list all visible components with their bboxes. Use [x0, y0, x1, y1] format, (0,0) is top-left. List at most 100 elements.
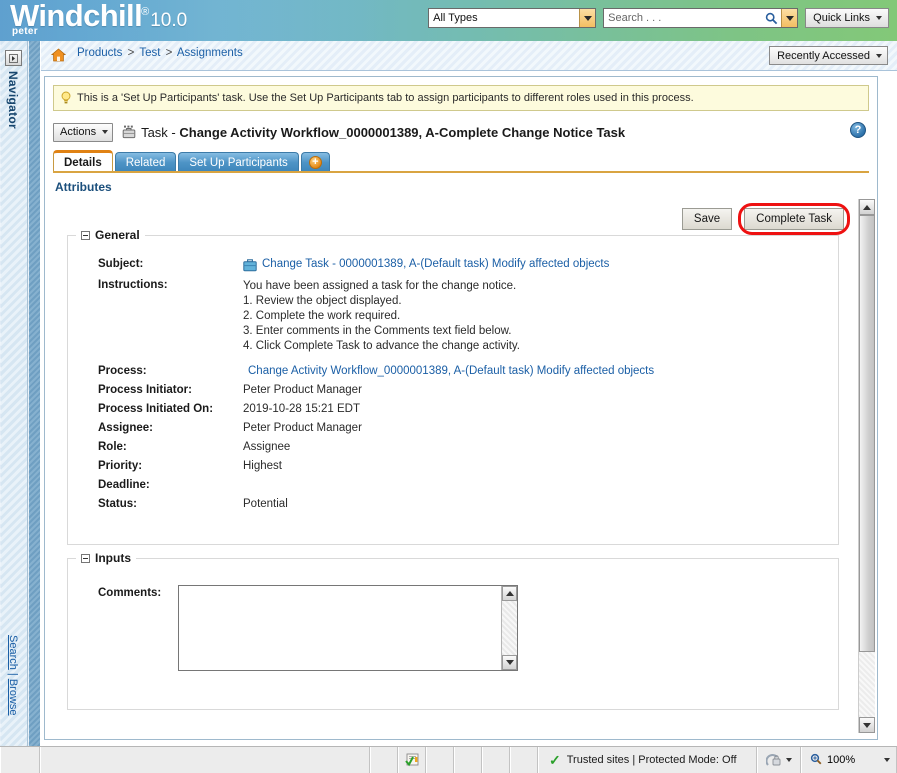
general-legend-label: General — [95, 228, 140, 242]
task-content-area: Save Complete Task General Subject: Chan… — [53, 199, 853, 733]
instruction-line: 1. Review the object displayed. — [243, 295, 402, 307]
priority-value: Highest — [243, 460, 282, 472]
comments-label: Comments: — [98, 587, 162, 599]
content-vertical-scrollbar[interactable] — [858, 199, 875, 733]
instruction-line: 2. Complete the work required. — [243, 310, 401, 322]
navigator-browse-link[interactable]: Browse — [7, 679, 19, 716]
zoom-level-label: 100% — [827, 754, 856, 766]
tab-set-up-participants-label: Set Up Participants — [189, 156, 288, 169]
breadcrumb-separator: > — [127, 47, 135, 59]
scroll-up-button[interactable] — [859, 199, 875, 215]
task-header-row: Actions Task - Change Activity Workflow_… — [53, 120, 869, 144]
info-banner-message: This is a 'Set Up Participants' task. Us… — [77, 92, 694, 104]
quick-links-button[interactable]: Quick Links — [805, 8, 889, 28]
search-options-chevron-down-icon[interactable] — [781, 9, 798, 27]
subject-value[interactable]: Change Task - 0000001389, A-(Default tas… — [262, 258, 609, 270]
task-object-name: Change Activity Workflow_0000001389, A-C… — [179, 124, 626, 140]
actions-menu-button[interactable]: Actions — [53, 122, 114, 142]
chevron-down-icon[interactable] — [579, 9, 596, 27]
security-zone-label: Trusted sites | Protected Mode: Off — [566, 754, 737, 766]
search-icon[interactable] — [761, 9, 782, 27]
search-placeholder: Search . . . — [608, 12, 662, 24]
general-section: General Subject: Change Task - 000000138… — [67, 228, 839, 545]
comments-scrollbar[interactable] — [501, 586, 517, 670]
breadcrumb-separator: > — [165, 47, 173, 59]
tab-details-label: Details — [64, 157, 102, 169]
global-search-cluster: All Types Search . . . Quick Links — [428, 8, 889, 28]
windchill-application-window: Windchill ® 10.0 peter All Types Search … — [0, 0, 897, 773]
process-initiator-label: Process Initiator: — [98, 384, 192, 396]
process-initiated-on-label: Process Initiated On: — [98, 403, 214, 415]
action-button-row: Save Complete Task — [681, 203, 850, 235]
row-deadline: Deadline: — [98, 479, 654, 491]
general-section-legend[interactable]: General — [76, 228, 145, 242]
scroll-up-button[interactable] — [502, 586, 517, 601]
home-glyph — [50, 48, 67, 62]
briefcase-icon — [243, 259, 257, 272]
inputs-section-legend[interactable]: Inputs — [76, 551, 136, 565]
arrow-down-icon — [863, 722, 871, 728]
chevron-down-icon — [102, 130, 109, 134]
status-cell — [40, 747, 370, 773]
collapse-icon[interactable] — [81, 230, 90, 240]
row-status: Status: Potential — [98, 498, 654, 510]
current-username: peter — [12, 26, 38, 37]
collapse-icon[interactable] — [81, 553, 90, 563]
navigator-rail: Navigator Search | Browse — [0, 41, 40, 746]
status-cell — [426, 747, 454, 773]
tab-set-up-participants[interactable]: Set Up Participants — [178, 152, 299, 172]
role-value: Assignee — [243, 441, 291, 453]
deadline-label: Deadline: — [98, 479, 150, 491]
help-icon[interactable]: ? — [850, 122, 866, 138]
process-value[interactable]: Change Activity Workflow_0000001389, A-(… — [243, 365, 654, 377]
tab-details[interactable]: Details — [53, 150, 113, 172]
complete-task-button[interactable]: Complete Task — [744, 208, 844, 230]
status-notification-icon[interactable] — [398, 747, 426, 773]
navigator-rail-edge — [29, 41, 40, 746]
lightbulb-icon — [60, 91, 72, 105]
row-assignee: Assignee: Peter Product Manager — [98, 422, 654, 434]
arrow-down-icon — [505, 660, 514, 665]
subject-label: Subject: — [98, 258, 144, 270]
tab-add-new[interactable]: + — [300, 152, 330, 172]
breadcrumb-item-assignments[interactable]: Assignments — [177, 47, 243, 59]
row-role: Role: Assignee — [98, 441, 654, 453]
recently-accessed-label: Recently Accessed — [777, 49, 870, 62]
type-filter-select[interactable]: All Types — [428, 8, 597, 28]
row-instructions: Instructions: You have been assigned a t… — [98, 279, 654, 354]
info-banner: This is a 'Set Up Participants' task. Us… — [53, 85, 869, 111]
task-detail-panel: This is a 'Set Up Participants' task. Us… — [44, 76, 878, 740]
search-input[interactable]: Search . . . — [603, 8, 799, 28]
browser-status-bar: ✓ Trusted sites | Protected Mode: Off 10… — [0, 746, 897, 773]
status-cell — [370, 747, 398, 773]
plus-icon: + — [308, 156, 322, 169]
task-icon — [122, 125, 138, 140]
security-zone-cell[interactable]: ✓ Trusted sites | Protected Mode: Off — [538, 747, 757, 773]
home-icon[interactable] — [50, 48, 67, 62]
privacy-mode-button[interactable] — [757, 747, 801, 773]
tab-related[interactable]: Related — [114, 152, 177, 172]
status-label: Status: — [98, 498, 137, 510]
attributes-heading: Attributes — [55, 180, 112, 194]
breadcrumb-item-test[interactable]: Test — [139, 47, 160, 59]
scroll-down-button[interactable] — [502, 655, 517, 670]
breadcrumb-bar: Products > Test > Assignments Recently A… — [41, 41, 897, 71]
save-button[interactable]: Save — [681, 208, 733, 230]
complete-task-highlight-wrapper: Complete Task — [738, 203, 850, 235]
check-icon: ✓ — [549, 751, 561, 768]
scroll-down-button[interactable] — [859, 717, 875, 733]
row-subject: Subject: Change Task - 0000001389, A-(De… — [98, 258, 654, 272]
chevron-down-icon[interactable] — [884, 758, 890, 762]
navigator-search-link[interactable]: Search — [7, 635, 19, 670]
breadcrumb-item-products[interactable]: Products — [77, 47, 122, 59]
zoom-control[interactable]: 100% — [801, 747, 897, 773]
general-attribute-rows: Subject: Change Task - 0000001389, A-(De… — [98, 258, 654, 517]
comments-textarea[interactable] — [178, 585, 518, 671]
comments-scroll-track[interactable] — [502, 601, 517, 655]
comments-text-content[interactable] — [179, 586, 501, 670]
scroll-thumb[interactable] — [859, 215, 875, 652]
arrow-up-icon — [505, 591, 514, 596]
scroll-track[interactable] — [859, 215, 875, 717]
instructions-value: You have been assigned a task for the ch… — [243, 279, 520, 354]
recently-accessed-button[interactable]: Recently Accessed — [769, 46, 888, 65]
